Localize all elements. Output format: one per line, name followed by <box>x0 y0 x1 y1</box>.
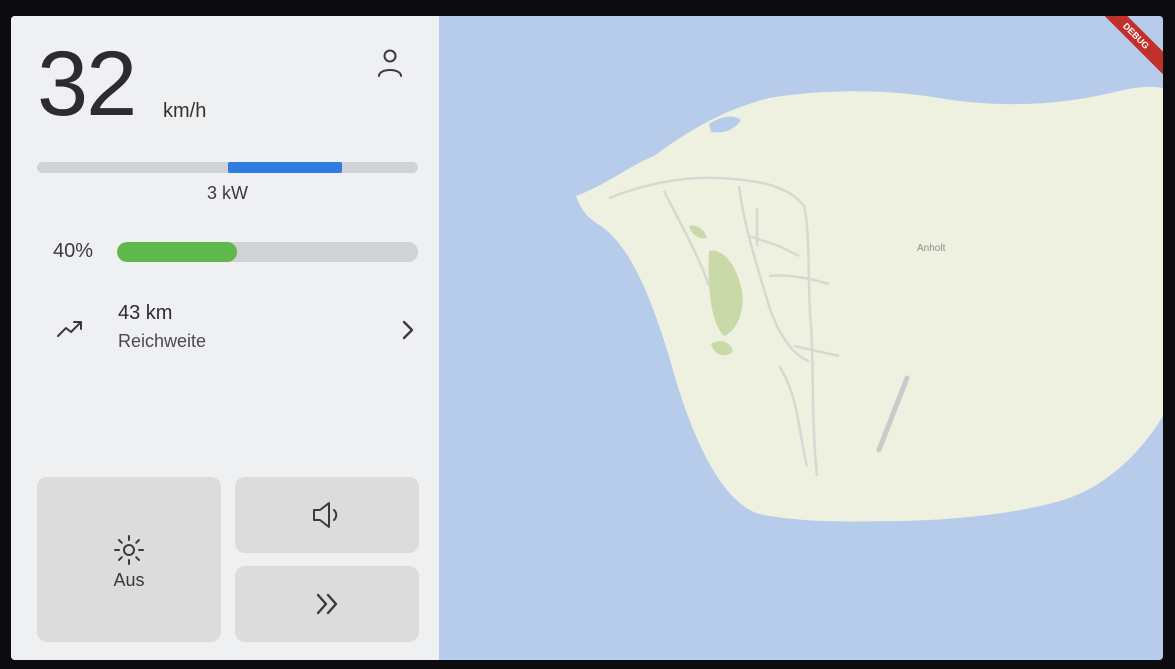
range-value: 43 km <box>118 302 173 324</box>
battery-bar <box>117 242 418 262</box>
battery-bar-fill <box>117 242 238 262</box>
user-icon <box>378 49 402 77</box>
light-toggle-button[interactable]: Aus <box>37 477 221 642</box>
power-bar <box>37 162 418 173</box>
island-landmass <box>576 86 1163 522</box>
user-profile-button[interactable] <box>373 46 407 82</box>
range-row[interactable]: 43 km Reichweite <box>37 298 418 358</box>
app-screen: 32 km/h 3 kW 40% 43 km Reichweite Aus An… <box>11 16 1163 660</box>
double-chevron-right-icon <box>316 593 338 615</box>
sun-icon <box>114 535 144 565</box>
trending-up-icon <box>57 321 82 337</box>
battery-percent: 40% <box>53 240 94 262</box>
speed-unit: km/h <box>163 100 207 122</box>
volume-button[interactable] <box>235 477 419 553</box>
light-status-label: Aus <box>113 570 145 590</box>
speed-value: 32 <box>37 33 137 135</box>
power-label: 3 kW <box>206 183 248 203</box>
place-label-anholt: Anholt <box>917 243 946 254</box>
map-view[interactable]: Anholt DEBUG <box>439 16 1163 660</box>
volume-icon <box>313 502 338 528</box>
power-bar-fill <box>227 162 342 173</box>
skip-forward-button[interactable] <box>235 566 419 642</box>
island-map: Anholt <box>576 86 1163 522</box>
dashboard-panel: 32 km/h 3 kW 40% 43 km Reichweite Aus <box>11 16 439 660</box>
chevron-right-icon <box>402 320 414 340</box>
range-label: Reichweite <box>118 331 207 351</box>
